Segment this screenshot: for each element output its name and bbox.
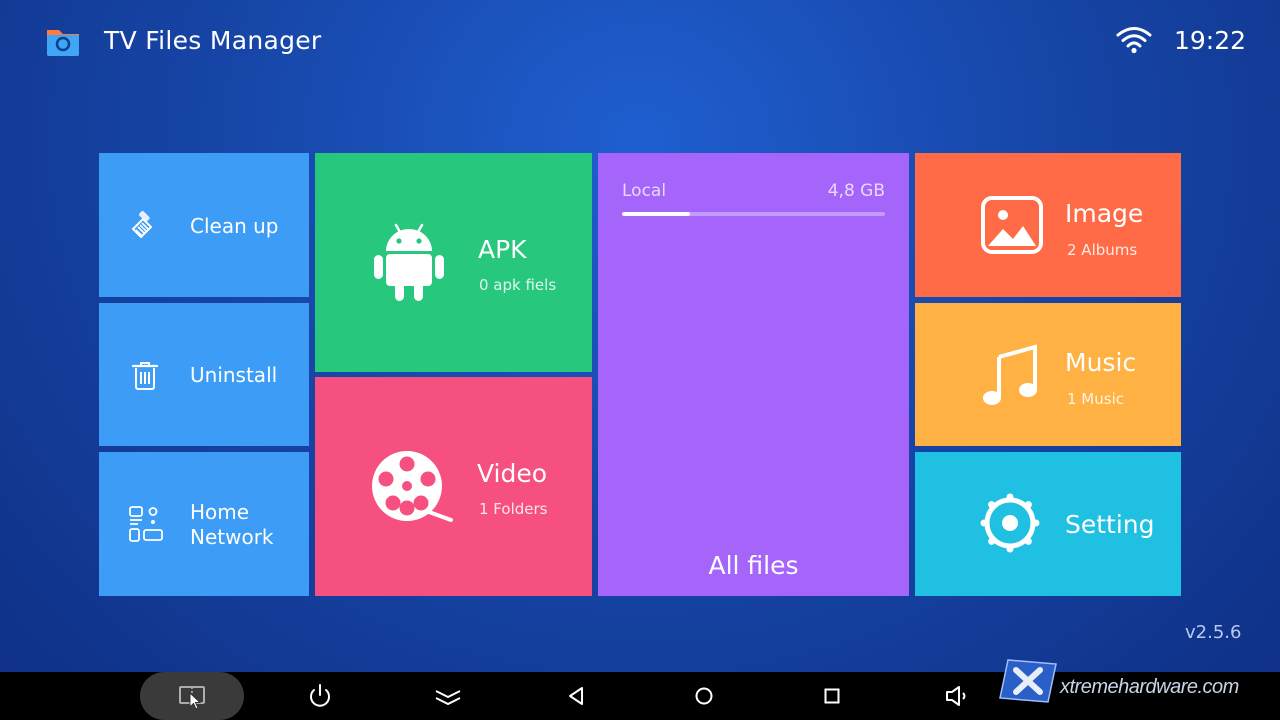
home-network-label-line1: Home (190, 500, 250, 524)
music-tile[interactable]: Music 1 Music (915, 303, 1181, 446)
power-button[interactable] (268, 672, 372, 720)
home-network-label: Home Network (190, 500, 274, 550)
gear-icon (980, 493, 1040, 553)
storage-progress-fill (622, 212, 691, 216)
home-icon (695, 687, 713, 705)
storage-label: Local (622, 181, 667, 201)
screen-mirror-button[interactable] (140, 672, 244, 720)
app-title: TV Files Manager (104, 26, 322, 55)
music-subtitle: 1 Music (1067, 390, 1124, 408)
image-title: Image (1065, 199, 1144, 228)
back-button[interactable] (524, 672, 628, 720)
setting-title: Setting (1065, 510, 1155, 539)
storage-size: 4,8 GB (827, 181, 885, 201)
home-network-tile[interactable]: Home Network (99, 452, 309, 596)
film-reel-icon (372, 451, 453, 522)
broom-icon (131, 210, 153, 239)
clean-up-tile[interactable]: Clean up (99, 153, 309, 297)
video-subtitle: 1 Folders (479, 500, 548, 518)
all-files-tile[interactable]: Local 4,8 GB All files (598, 153, 909, 596)
screen-mirror-icon (179, 686, 205, 710)
folder-icon (47, 30, 79, 56)
recents-button[interactable] (780, 672, 884, 720)
video-tile[interactable]: Video 1 Folders (315, 377, 592, 596)
watermark: xtremehardware.com (998, 654, 1280, 720)
version-label: v2.5.6 (1185, 622, 1242, 643)
storage-progress-bar (622, 212, 885, 216)
home-button[interactable] (652, 672, 756, 720)
clock: 19:22 (1174, 26, 1247, 55)
picture-icon (981, 196, 1043, 254)
image-tile[interactable]: Image 2 Albums (915, 153, 1181, 297)
top-bar: TV Files Manager 19:22 (0, 0, 1280, 84)
back-icon (569, 687, 583, 705)
volume-down-icon (946, 686, 966, 706)
expand-down-icon (435, 690, 461, 706)
watermark-logo (999, 659, 1057, 703)
music-note-icon (983, 344, 1037, 405)
android-icon (374, 223, 444, 301)
expand-down-button[interactable] (396, 672, 500, 720)
setting-tile[interactable]: Setting (915, 452, 1181, 596)
uninstall-tile[interactable]: Uninstall (99, 303, 309, 446)
video-title: Video (477, 459, 548, 488)
watermark-text: xtremehardware.com (1060, 676, 1239, 698)
all-files-label: All files (708, 551, 799, 580)
network-icon (129, 506, 163, 542)
apk-title: APK (478, 235, 527, 264)
music-title: Music (1065, 348, 1137, 377)
apk-subtitle: 0 apk fiels (479, 276, 557, 294)
recents-icon (824, 688, 840, 704)
volume-down-button[interactable] (906, 672, 1010, 720)
image-subtitle: 2 Albums (1067, 241, 1138, 259)
uninstall-label: Uninstall (190, 363, 278, 387)
wifi-icon (1116, 27, 1152, 54)
clean-up-label: Clean up (190, 214, 279, 238)
trash-icon (131, 362, 159, 390)
power-icon (310, 684, 330, 707)
home-network-label-line2: Network (190, 525, 274, 549)
apk-tile[interactable]: APK 0 apk fiels (315, 153, 592, 372)
